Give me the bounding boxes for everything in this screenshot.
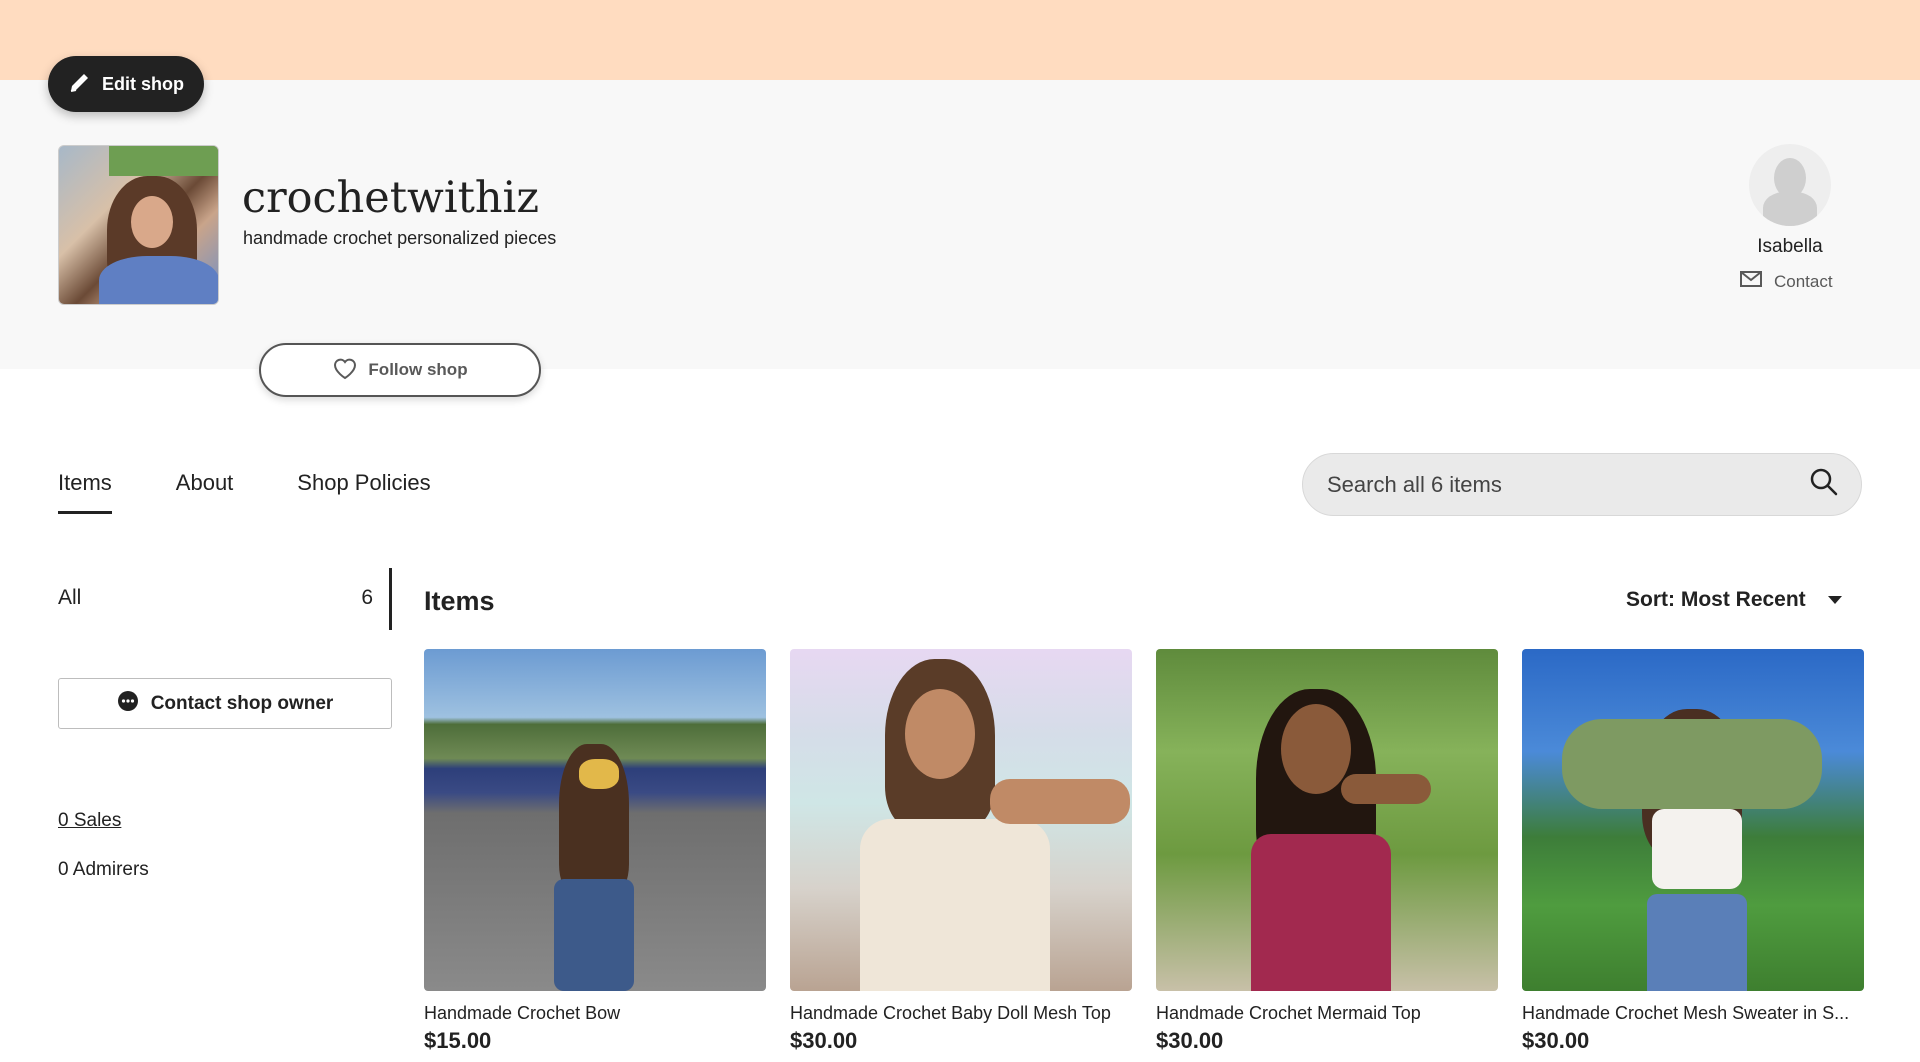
search-bar: [1302, 453, 1862, 516]
product-grid: Handmade Crochet Bow $15.00 Handmade Cro…: [424, 649, 1864, 1054]
sales-link[interactable]: 0 Sales: [58, 810, 121, 832]
search-input[interactable]: [1327, 471, 1809, 498]
shop-logo-image: [58, 145, 219, 305]
active-filter-indicator: [389, 568, 392, 630]
contact-shop-owner-label: Contact shop owner: [150, 692, 334, 714]
caret-down-icon: [1827, 596, 1842, 604]
shop-tabs: Items About Shop Policies: [58, 470, 431, 514]
shop-owner[interactable]: Isabella: [1740, 144, 1840, 258]
sort-dropdown[interactable]: Sort: Most Recent: [1626, 588, 1842, 612]
filter-all[interactable]: All 6: [58, 586, 373, 610]
owner-name[interactable]: Isabella: [1740, 236, 1840, 258]
product-image[interactable]: [790, 649, 1132, 991]
filter-all-count: 6: [361, 586, 373, 609]
contact-shop-owner-button[interactable]: Contact shop owner: [58, 678, 392, 729]
shop-name: crochetwithiz: [242, 173, 539, 223]
owner-avatar[interactable]: [1749, 144, 1831, 226]
edit-shop-label: Edit shop: [102, 73, 184, 94]
shop-header: [0, 80, 1920, 369]
tab-shop-policies[interactable]: Shop Policies: [297, 470, 430, 514]
shop-tagline: handmade crochet personalized pieces: [243, 228, 557, 248]
contact-label: Contact: [1774, 271, 1833, 291]
chat-icon: [117, 690, 139, 718]
product-image[interactable]: [1522, 649, 1864, 991]
envelope-icon: [1740, 269, 1762, 294]
product-name[interactable]: Handmade Crochet Baby Doll Mesh Top: [790, 1003, 1132, 1024]
product-card[interactable]: Handmade Crochet Mesh Sweater in S... $3…: [1522, 649, 1864, 1054]
contact-owner-link[interactable]: Contact: [1740, 269, 1833, 294]
pencil-icon: [68, 70, 92, 99]
product-name[interactable]: Handmade Crochet Bow: [424, 1003, 766, 1024]
follow-shop-button[interactable]: Follow shop: [259, 343, 541, 397]
product-image[interactable]: [424, 649, 766, 991]
tab-about[interactable]: About: [176, 470, 234, 514]
admirers-count: 0 Admirers: [58, 859, 149, 880]
product-card[interactable]: Handmade Crochet Baby Doll Mesh Top $30.…: [790, 649, 1132, 1054]
heart-icon: [332, 356, 358, 385]
product-card[interactable]: Handmade Crochet Mermaid Top $30.00: [1156, 649, 1498, 1054]
sort-label: Sort: Most Recent: [1626, 588, 1806, 611]
product-price: $30.00: [1156, 1028, 1224, 1053]
search-icon[interactable]: [1809, 467, 1839, 502]
edit-shop-button[interactable]: Edit shop: [48, 56, 204, 112]
filter-all-label: All: [58, 586, 82, 609]
shop-banner: [0, 0, 1920, 80]
product-price: $30.00: [790, 1028, 858, 1053]
follow-shop-label: Follow shop: [368, 360, 468, 379]
product-image[interactable]: [1156, 649, 1498, 991]
items-heading: Items: [424, 586, 495, 616]
product-price: $30.00: [1522, 1028, 1590, 1053]
product-price: $15.00: [424, 1028, 492, 1053]
tab-items[interactable]: Items: [58, 470, 112, 514]
product-name[interactable]: Handmade Crochet Mesh Sweater in S...: [1522, 1003, 1864, 1024]
product-name[interactable]: Handmade Crochet Mermaid Top: [1156, 1003, 1498, 1024]
product-card[interactable]: Handmade Crochet Bow $15.00: [424, 649, 766, 1054]
